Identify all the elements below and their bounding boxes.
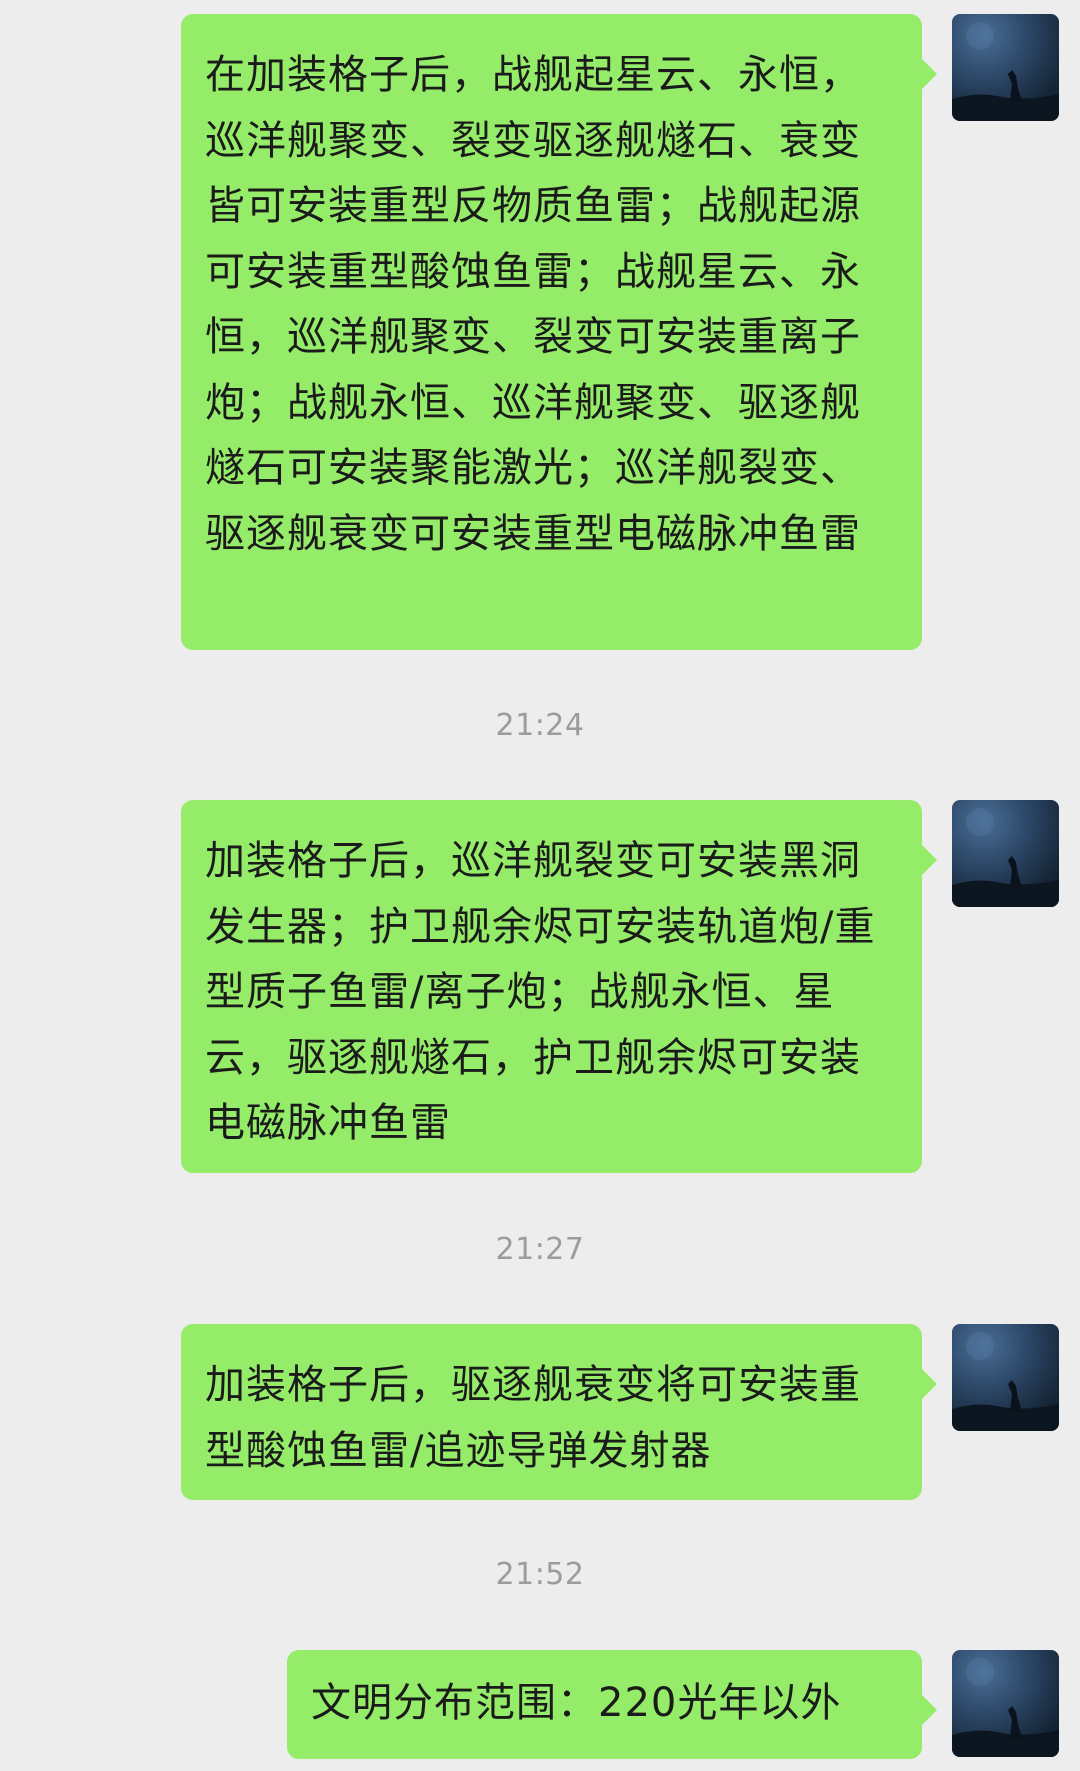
- timestamp: 21:24: [495, 708, 585, 743]
- wolf-icon: [952, 1658, 1059, 1757]
- message-bubble[interactable]: 加装格子后，驱逐舰衰变将可安装重型酸蚀鱼雷/追迹导弹发射器: [181, 1324, 937, 1500]
- chat-area: 在加装格子后，战舰起星云、永恒，巡洋舰聚变、裂变驱逐舰燧石、衰变皆可安装重型反物…: [0, 0, 1080, 1771]
- message-bubble[interactable]: 在加装格子后，战舰起星云、永恒，巡洋舰聚变、裂变驱逐舰燧石、衰变皆可安装重型反物…: [181, 14, 937, 650]
- wolf-icon: [952, 808, 1059, 907]
- wolf-icon: [952, 22, 1059, 121]
- avatar[interactable]: [952, 14, 1059, 121]
- avatar[interactable]: [952, 1324, 1059, 1431]
- timestamp: 21:27: [495, 1232, 585, 1267]
- avatar[interactable]: [952, 800, 1059, 907]
- message-bubble[interactable]: 加装格子后，巡洋舰裂变可安装黑洞发生器；护卫舰余烬可安装轨道炮/重型质子鱼雷/离…: [181, 800, 937, 1173]
- message-bubble[interactable]: 文明分布范围：220光年以外: [287, 1650, 937, 1759]
- avatar[interactable]: [952, 1650, 1059, 1757]
- timestamp: 21:52: [495, 1557, 585, 1592]
- wolf-icon: [952, 1332, 1059, 1431]
